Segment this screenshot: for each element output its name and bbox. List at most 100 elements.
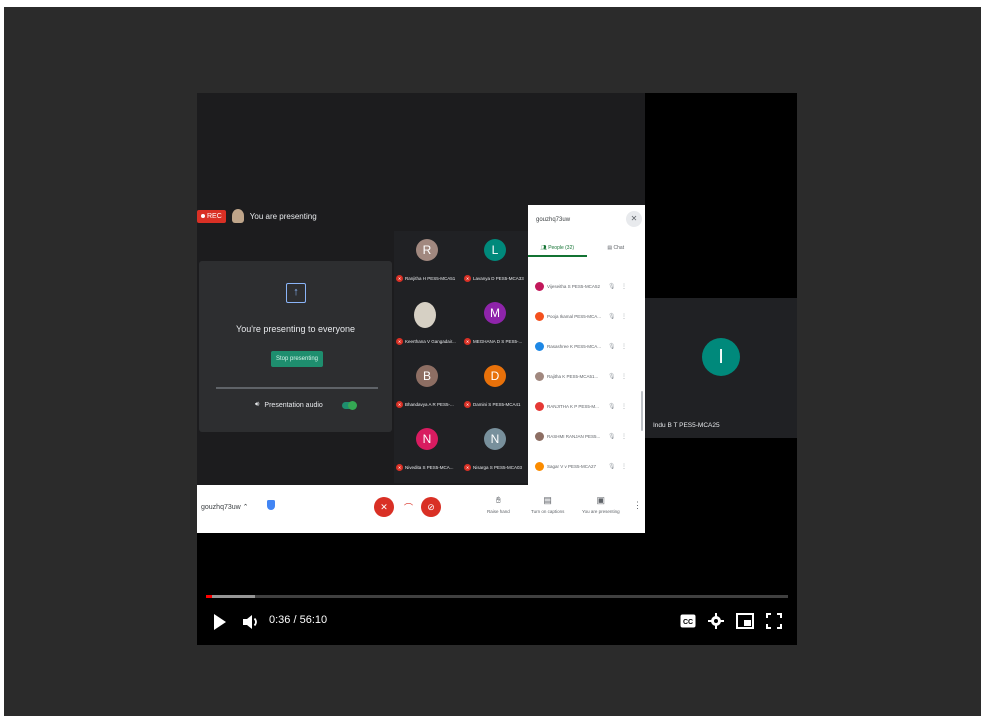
presentation-audio-label: Presentation audio [264,401,323,409]
more-vert-icon[interactable]: ⋮ [621,283,627,290]
participant-avatar: D [484,365,506,387]
mic-off-icon: ✕ [396,275,403,282]
list-item[interactable]: Sagar V v PES5-MCA27 🎙︎ ⋮ [528,451,645,481]
mic-off-icon: ✕ [464,401,471,408]
presenting-header: REC You are presenting [197,209,317,223]
participant-tile[interactable]: B ✕ Bhandavya A R PES5-... [394,357,460,419]
mic-off-icon: 🎙︎ [608,313,616,320]
mic-off-icon: 🎙︎ [608,463,616,470]
participant-tile[interactable]: N ✕ Nisarga S PES5-MCA03 [462,420,528,482]
divider [216,387,378,389]
more-vert-icon[interactable]: ⋮ [621,313,627,320]
rec-badge: REC [197,209,226,223]
list-item[interactable]: Rajitha K PES5-MCA51... 🎙︎ ⋮ [528,361,645,391]
avatar [535,341,544,351]
avatar [535,401,544,411]
chevron-up-icon: ⌃ [242,504,249,511]
participant-avatar: B [416,365,438,387]
captions-button[interactable]: ▤ Turn on captions [531,495,564,514]
participant-grid: R ✕ Ranjitha H PES5-MCA51 L ✕ Lavanya D PE… [394,231,528,483]
raise-hand-label: Raise hand [487,509,510,514]
participant-tile[interactable]: N ✕ Nivedita S PES5-MCA... [394,420,460,482]
more-vert-icon[interactable]: ⋮ [633,500,642,511]
participant-tile[interactable]: M ✕ MEGHANA D S PES5-... [462,294,528,356]
list-item[interactable]: Pooja Ikamal PES5-MCA... 🎙︎ ⋮ [528,301,645,331]
progress-played [206,595,213,598]
people-scrollbar[interactable] [641,391,643,431]
participant-photo [414,302,436,328]
participant-name: Lavanya D PES5-MCA33 [473,276,524,281]
speaker-icon: 🔊︎ [255,401,260,408]
meeting-code: gouzhq73uw [536,217,571,223]
participant-name: Bhandavya A R PES5-... [405,402,454,407]
participant-name: Nisarga S PES5-MCA03 [473,465,523,470]
person-name: RASHMI RANJAN PES5... [547,433,601,439]
participant-tile[interactable]: L ✕ Lavanya D PES5-MCA33 [462,231,528,293]
record-dot-icon [201,214,205,218]
avatar: I [702,338,740,376]
progress-bar[interactable] [206,595,788,598]
mic-off-icon: ✕ [396,401,403,408]
people-panel: gouzhq73uw ✕ 👥︎ People (32) ▤ Chat Vijes… [528,205,645,485]
more-vert-icon[interactable]: ⋮ [621,403,627,410]
mic-off-icon: ✕ [396,464,403,471]
participant-name: Indu B T PES5-MCA25 [653,422,720,429]
time-total: 56:10 [299,614,328,626]
presentation-audio-row: 🔊︎ Presentation audio [255,400,357,410]
volume-icon[interactable] [241,612,261,632]
list-item[interactable]: RANJITHA K P PES5-M... 🎙︎ ⋮ [528,391,645,421]
mic-off-button[interactable]: ✕ [374,497,394,517]
more-vert-icon[interactable]: ⋮ [621,343,627,350]
shield-icon[interactable] [267,500,275,510]
captions-icon[interactable]: CC [680,614,696,628]
people-panel-tabs: 👥︎ People (32) ▤ Chat [528,245,645,257]
avatar [535,311,544,321]
participant-avatar: L [484,239,506,261]
participant-tile[interactable]: R ✕ Ranjitha H PES5-MCA51 [394,231,460,293]
more-vert-icon[interactable]: ⋮ [621,433,627,440]
video-player[interactable]: REC You are presenting ↑ You're presenti… [197,93,797,645]
present-screen-icon: ↑ [286,283,306,303]
presentation-title: You're presenting to everyone [236,324,355,334]
list-item[interactable]: Vijeseitha S PES5-MCA52 🎙︎ ⋮ [528,271,645,301]
meet-control-bar: gouzhq73uw ⌃ ✕ ⌒ ⊘ ✋︎ Raise hand ▤ Turn … [197,485,645,533]
participant-name: Keerthana V Gangadair... [405,339,456,344]
captions-icon: ▤ [543,495,552,505]
tab-chat-label: Chat [613,245,625,251]
person-name: Rajitha K PES5-MCA51... [547,373,599,379]
close-icon[interactable]: ✕ [626,211,642,227]
meeting-code-text: gouzhq73uw [201,504,241,511]
participant-tile[interactable]: D ✕ Damini S PES5-MCA41 [462,357,528,419]
time-display: 0:36 / 56:10 [269,614,328,626]
person-name: Vijeseitha S PES5-MCA52 [547,283,600,289]
meeting-code-bar[interactable]: gouzhq73uw ⌃ [201,503,249,511]
present-now-button[interactable]: ▣ You are presenting [582,495,620,514]
fullscreen-icon[interactable] [766,613,782,629]
meet-screen: REC You are presenting ↑ You're presenti… [197,93,645,533]
stop-presenting-button[interactable]: Stop presenting [271,351,323,367]
list-item[interactable]: Rasashree K PES5-MCA... 🎙︎ ⋮ [528,331,645,361]
raise-hand-button[interactable]: ✋︎ Raise hand [487,495,510,514]
presentation-audio-toggle[interactable] [341,400,357,410]
avatar [535,461,544,471]
participant-tile[interactable]: ✕ Keerthana V Gangadair... [394,294,460,356]
present-label: You are presenting [582,509,620,514]
gear-icon[interactable] [708,613,724,629]
participant-name: Ranjitha H PES5-MCA51 [405,276,456,281]
self-view-tile[interactable]: I Indu B T PES5-MCA25 [645,298,797,438]
camera-off-button[interactable]: ⊘ [421,497,441,517]
list-item[interactable]: RASHMI RANJAN PES5... 🎙︎ ⋮ [528,421,645,451]
person-name: RANJITHA K P PES5-M... [547,403,599,409]
hang-up-icon[interactable]: ⌒ [404,501,413,514]
tab-people-label: People (32) [548,245,575,251]
more-vert-icon[interactable]: ⋮ [621,463,627,470]
more-vert-icon[interactable]: ⋮ [621,373,627,380]
miniplayer-icon[interactable] [736,613,754,629]
play-icon[interactable] [213,613,227,631]
tab-chat[interactable]: ▤ Chat [587,245,646,257]
person-name: Pooja Ikamal PES5-MCA... [547,313,602,319]
person-name: Rasashree K PES5-MCA... [547,343,602,349]
mic-off-icon: ✕ [396,338,403,345]
tab-people[interactable]: 👥︎ People (32) [528,245,587,257]
participant-name: Nivedita S PES5-MCA... [405,465,454,470]
